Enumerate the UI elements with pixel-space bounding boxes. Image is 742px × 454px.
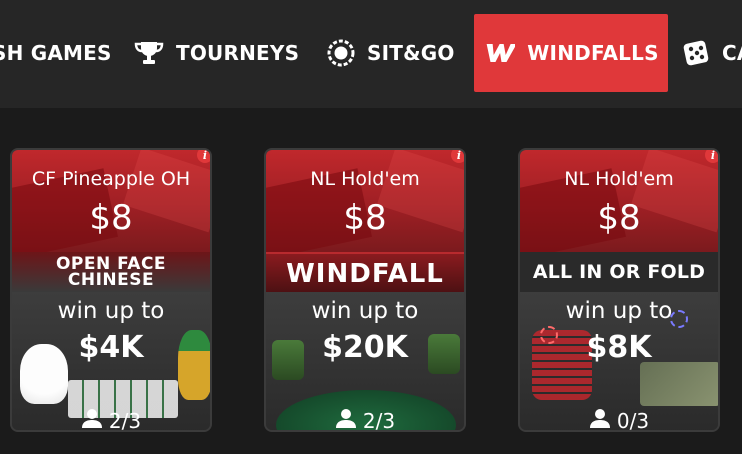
windfall-w-icon (483, 42, 516, 64)
game-name: NL Hold'em (564, 168, 674, 190)
tab-label-casino: CA (722, 41, 742, 65)
trophy-icon (134, 40, 164, 66)
tab-label-tourneys: TOURNEYS (176, 41, 300, 65)
game-card-cf-pineapple[interactable]: OPEN FACE CHINESE CF Pineapple OH $8 win… (10, 148, 212, 432)
win-up-label: win up to (565, 298, 673, 324)
tab-sitgo[interactable]: SIT&GO (327, 14, 455, 92)
player-icon (589, 408, 611, 430)
info-icon[interactable]: i (451, 150, 464, 163)
money-stack-art (640, 362, 718, 406)
buyin-amount: $8 (597, 198, 641, 238)
game-name: CF Pineapple OH (31, 168, 191, 190)
player-count: 0/3 (520, 408, 718, 432)
player-icon (81, 408, 103, 430)
info-icon[interactable]: i (197, 150, 210, 163)
player-count-text: 0/3 (616, 408, 650, 432)
game-name: NL Hold'em (310, 168, 420, 190)
tab-label-windfalls: WINDFALLS (527, 41, 659, 65)
game-card-nl-holdem-windfall[interactable]: WINDFALL NL Hold'em $8 win up to $20K 2/… (264, 148, 466, 432)
card-banner: OPEN FACE CHINESE (12, 252, 210, 292)
win-up-label: win up to (57, 298, 165, 324)
tab-tourneys[interactable]: TOURNEYS (134, 14, 299, 92)
player-count-text: 2/3 (108, 408, 142, 432)
dice-icon (682, 39, 710, 67)
card-banner: ALL IN OR FOLD (520, 252, 718, 292)
tab-casino[interactable]: CA (682, 14, 742, 92)
info-icon[interactable]: i (705, 150, 718, 163)
prize-amount: $4K (78, 330, 144, 365)
target-icon (327, 39, 355, 67)
prize-amount: $20K (322, 330, 408, 365)
player-count: 2/3 (12, 408, 210, 432)
tab-cash-games[interactable]: SH GAMES (0, 14, 112, 92)
prize-amount: $8K (586, 330, 652, 365)
tab-label-sitgo: SIT&GO (367, 41, 455, 65)
game-card-nl-holdem-all-in[interactable]: ALL IN OR FOLD NL Hold'em $8 win up to $… (518, 148, 720, 432)
buyin-amount: $8 (343, 198, 387, 238)
banner-text: ALL IN OR FOLD (532, 261, 706, 283)
player-icon (335, 408, 357, 430)
buyin-amount: $8 (89, 198, 133, 238)
banner-text: OPEN FACE CHINESE (55, 254, 167, 290)
tab-windfalls[interactable]: WINDFALLS (474, 14, 668, 92)
tab-label-cash-games: SH GAMES (0, 41, 112, 65)
top-navigation-bar: SH GAMES TOURNEYS SIT&GO WINDFALLS C (0, 0, 742, 108)
win-up-label: win up to (311, 298, 419, 324)
player-count-text: 2/3 (362, 408, 396, 432)
banner-text: WINDFALL (286, 259, 444, 289)
card-banner: WINDFALL (266, 252, 464, 296)
player-count: 2/3 (266, 408, 464, 432)
